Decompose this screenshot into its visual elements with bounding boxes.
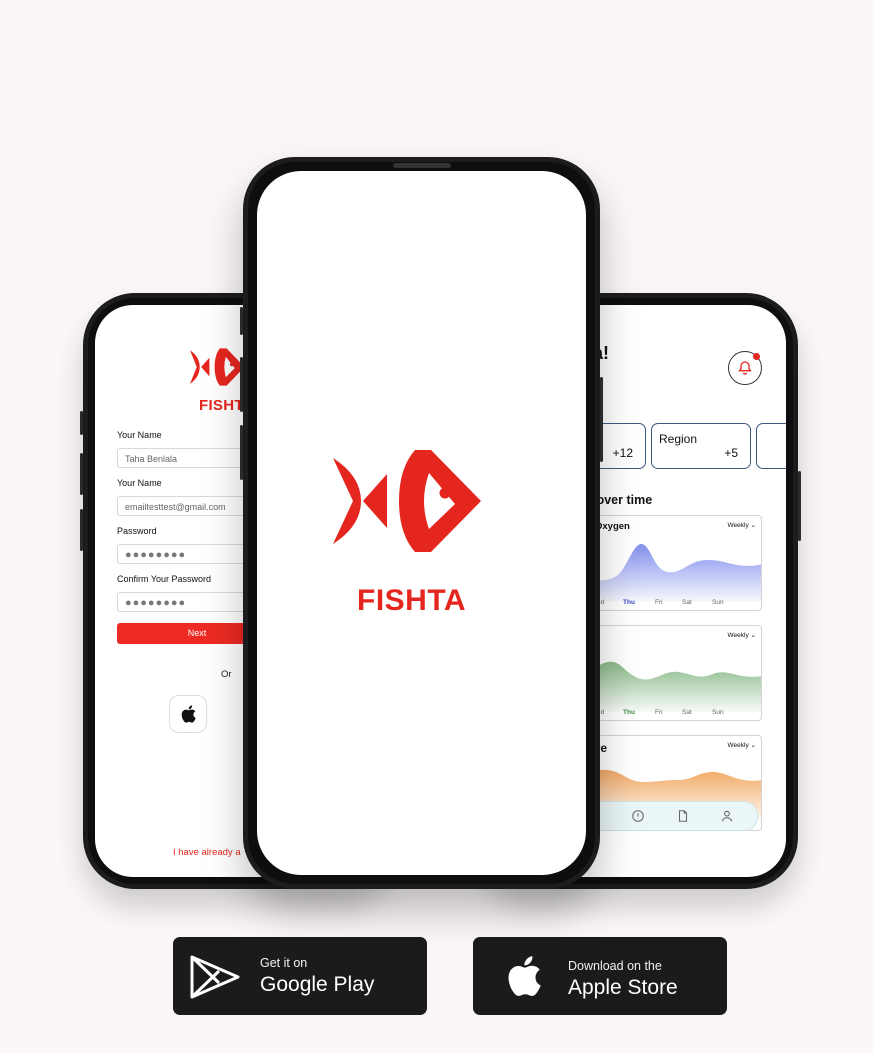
bottom-tab-bar — [580, 801, 758, 831]
oxygen-chart: Oxygen Weekly ⌄ Wed Thu Fri Sat Sun — [572, 515, 762, 611]
oxygen-area — [573, 544, 761, 602]
alert-icon[interactable] — [631, 809, 645, 823]
badge-small-text: Download on the — [568, 959, 662, 973]
apple-signin-button[interactable] — [169, 695, 207, 733]
google-play-badge[interactable]: Get it on Google Play — [173, 937, 427, 1015]
badge-small-text: Get it on — [260, 956, 308, 970]
stat-title: Region — [659, 432, 698, 446]
splash-screen: FISHTA — [257, 171, 586, 875]
day-axis: Wed Thu Fri Sat Sun — [591, 709, 724, 716]
badge-big-text: Google Play — [260, 973, 375, 996]
badge-big-text: Apple Store — [568, 976, 678, 999]
document-icon[interactable] — [676, 809, 690, 823]
stat-card-partial[interactable] — [756, 423, 786, 469]
bell-icon — [738, 361, 752, 375]
name-label: Your Name — [117, 430, 162, 440]
login-link[interactable]: I have already a — [173, 847, 241, 858]
play-store-icon — [190, 955, 240, 999]
apple-store-badge[interactable]: Download on the Apple Store — [473, 937, 727, 1015]
green-area — [573, 661, 761, 712]
period-dropdown[interactable]: Weekly ⌄ — [728, 521, 756, 529]
user-icon[interactable] — [720, 809, 734, 823]
apple-icon — [181, 705, 196, 723]
email-label: Your Name — [117, 478, 162, 488]
stat-value: +5 — [724, 446, 738, 460]
apple-icon — [508, 956, 541, 996]
notification-badge — [753, 353, 760, 360]
or-divider: Or — [221, 669, 232, 680]
notification-button[interactable] — [728, 351, 762, 385]
stat-value: +12 — [612, 446, 633, 460]
green-chart: Weekly ⌄ Wed Thu Fri Sat Sun — [572, 625, 762, 721]
password-label: Password — [117, 526, 157, 536]
stat-card-region[interactable]: Region +5 — [651, 423, 751, 469]
fish-logo-icon — [190, 345, 246, 394]
fish-logo-icon — [333, 446, 483, 561]
confirm-password-label: Confirm Your Password — [117, 574, 212, 584]
period-dropdown[interactable]: Weekly ⌄ — [728, 631, 756, 639]
phone-splash: FISHTA — [240, 157, 603, 889]
day-axis: Wed Thu Fri Sat Sun — [591, 599, 724, 606]
period-dropdown[interactable]: Weekly ⌄ — [728, 741, 756, 749]
brand-name: FISHTA — [357, 584, 467, 617]
